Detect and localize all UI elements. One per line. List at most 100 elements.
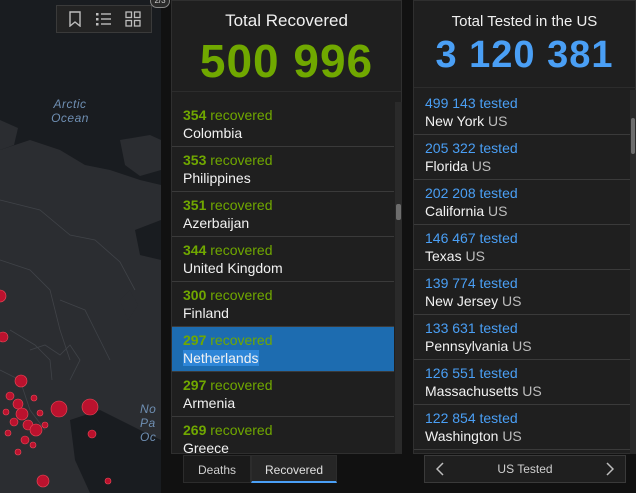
tested-count-unit: tested [479, 185, 518, 201]
tested-state: New Jersey US [425, 292, 630, 310]
recovered-count-unit: recovered [210, 377, 273, 393]
recovered-country-name: United Kingdom [183, 260, 283, 276]
tested-state-name: Pennsylvania [425, 338, 509, 354]
tested-list[interactable]: 499 143 tested New York US 205 322 tested F… [414, 90, 630, 454]
recovered-count-value: 353 [183, 152, 207, 168]
ocean-label-arctic: Arctic Ocean [51, 97, 89, 125]
tested-list-item[interactable]: 499 143 tested New York US [414, 90, 630, 135]
tab-deaths[interactable]: Deaths [183, 455, 251, 483]
tested-list-item[interactable]: 122 854 tested Washington US [414, 405, 630, 450]
legend-list-icon[interactable] [93, 8, 115, 30]
tested-state-country: US [488, 113, 508, 129]
tested-state-country: US [488, 203, 508, 219]
tested-count-value: 499 143 [425, 95, 476, 111]
recovered-count: 297 recovered [183, 377, 394, 394]
recovered-total: 500 996 [199, 35, 374, 87]
tested-list-item[interactable]: 202 208 tested California US [414, 180, 630, 225]
recovered-count-value: 297 [183, 377, 207, 393]
recovered-country-name: Armenia [183, 395, 236, 411]
tested-state-country: US [512, 338, 532, 354]
tested-count: 499 143 tested [425, 95, 630, 112]
map-toolbar [56, 5, 152, 33]
recovered-country: United Kingdom [183, 259, 394, 277]
recovered-list-item[interactable]: 351 recovered Azerbaijan [172, 192, 394, 237]
recovered-country: Greece [183, 439, 394, 454]
recovered-scroll-thumb[interactable] [396, 204, 401, 220]
tested-header: Total Tested in the US 3 120 381 [414, 1, 635, 88]
recovered-list-item[interactable]: 297 recovered Armenia [172, 372, 394, 417]
recovered-list-item[interactable]: 354 recovered Colombia [172, 102, 394, 147]
recovered-list-item[interactable]: 297 recovered Netherlands [172, 327, 394, 372]
recovered-list-item[interactable]: 269 recovered Greece [172, 417, 394, 454]
tested-count-unit: tested [479, 410, 518, 426]
tested-count-value: 205 322 [425, 140, 476, 156]
recovered-country-name: Philippines [183, 170, 251, 186]
bookmark-icon[interactable] [64, 8, 86, 30]
tested-state-name: Washington [425, 428, 499, 444]
case-markers [0, 289, 112, 488]
tested-count-value: 146 467 [425, 230, 476, 246]
recovered-title: Total Recovered [225, 11, 348, 30]
tested-count-value: 133 631 [425, 320, 476, 336]
chevron-right-icon[interactable] [603, 461, 617, 477]
tested-list-item[interactable]: 126 551 tested Massachusetts US [414, 360, 630, 405]
recovered-list-item[interactable]: 353 recovered Philippines [172, 147, 394, 192]
tested-count-unit: tested [479, 365, 518, 381]
tested-count-unit: tested [479, 140, 518, 156]
recovered-list[interactable]: 354 recovered Colombia 353 recovered Philip… [172, 102, 394, 454]
recovered-scrollbar[interactable] [395, 102, 402, 454]
recovered-count: 297 recovered [183, 332, 394, 349]
tested-state: Florida US [425, 157, 630, 175]
recovered-country-name: Azerbaijan [183, 215, 250, 231]
recovered-country-name: Netherlands [183, 350, 259, 366]
tested-count-value: 126 551 [425, 365, 476, 381]
recovered-country-name: Colombia [183, 125, 243, 141]
recovered-count-unit: recovered [210, 197, 273, 213]
tested-state-name: Massachusetts [425, 383, 519, 399]
recovered-country: Colombia [183, 124, 394, 142]
recovered-country: Azerbaijan [183, 214, 394, 232]
tested-count: 202 208 tested [425, 185, 630, 202]
tested-list-item[interactable]: 139 774 tested New Jersey US [414, 270, 630, 315]
recovered-country-name: Greece [183, 440, 229, 454]
recovered-count-value: 344 [183, 242, 207, 258]
tested-total: 3 120 381 [435, 34, 614, 76]
recovered-country: Philippines [183, 169, 394, 187]
tested-scroll-thumb[interactable] [631, 118, 635, 154]
recovered-count-unit: recovered [210, 287, 273, 303]
basemap-gallery-icon[interactable] [122, 8, 144, 30]
tested-state: Massachusetts US [425, 382, 630, 400]
recovered-count-unit: recovered [210, 107, 273, 123]
tested-list-item[interactable]: 146 467 tested Texas US [414, 225, 630, 270]
tested-state: New York US [425, 112, 630, 130]
tested-title: Total Tested in the US [451, 13, 598, 30]
tested-count-unit: tested [479, 230, 518, 246]
tested-count-value: 122 854 [425, 410, 476, 426]
panel-collapse-badge[interactable]: 2/3 [150, 0, 170, 8]
recovered-count: 300 recovered [183, 287, 394, 304]
tested-list-item[interactable]: 205 322 tested Florida US [414, 135, 630, 180]
tested-scrollbar[interactable] [630, 90, 636, 454]
recovered-country: Finland [183, 304, 394, 322]
recovered-list-item[interactable]: 344 recovered United Kingdom [172, 237, 394, 282]
recovered-panel-tabs: Deaths Recovered [183, 455, 337, 483]
tab-recovered[interactable]: Recovered [251, 455, 337, 483]
tested-count: 205 322 tested [425, 140, 630, 157]
tested-count-unit: tested [479, 95, 518, 111]
tested-state: Texas US [425, 247, 630, 265]
recovered-count-unit: recovered [210, 152, 273, 168]
tested-state-country: US [502, 293, 522, 309]
recovered-list-item[interactable]: 300 recovered Finland [172, 282, 394, 327]
recovered-count-value: 300 [183, 287, 207, 303]
world-map[interactable]: Arctic Ocean No Pa Oc [0, 0, 161, 493]
ocean-label-pacific: No Pa Oc [140, 402, 157, 444]
recovered-count-value: 354 [183, 107, 207, 123]
pager-label: US Tested [497, 462, 553, 476]
tested-state-country: US [502, 428, 522, 444]
tested-state-country: US [522, 383, 542, 399]
chevron-left-icon[interactable] [433, 461, 447, 477]
recovered-panel: Total Recovered 500 996 354 recovered Col… [171, 0, 402, 454]
tested-state-name: New Jersey [425, 293, 499, 309]
tested-list-item[interactable]: 133 631 tested Pennsylvania US [414, 315, 630, 360]
recovered-count: 351 recovered [183, 197, 394, 214]
